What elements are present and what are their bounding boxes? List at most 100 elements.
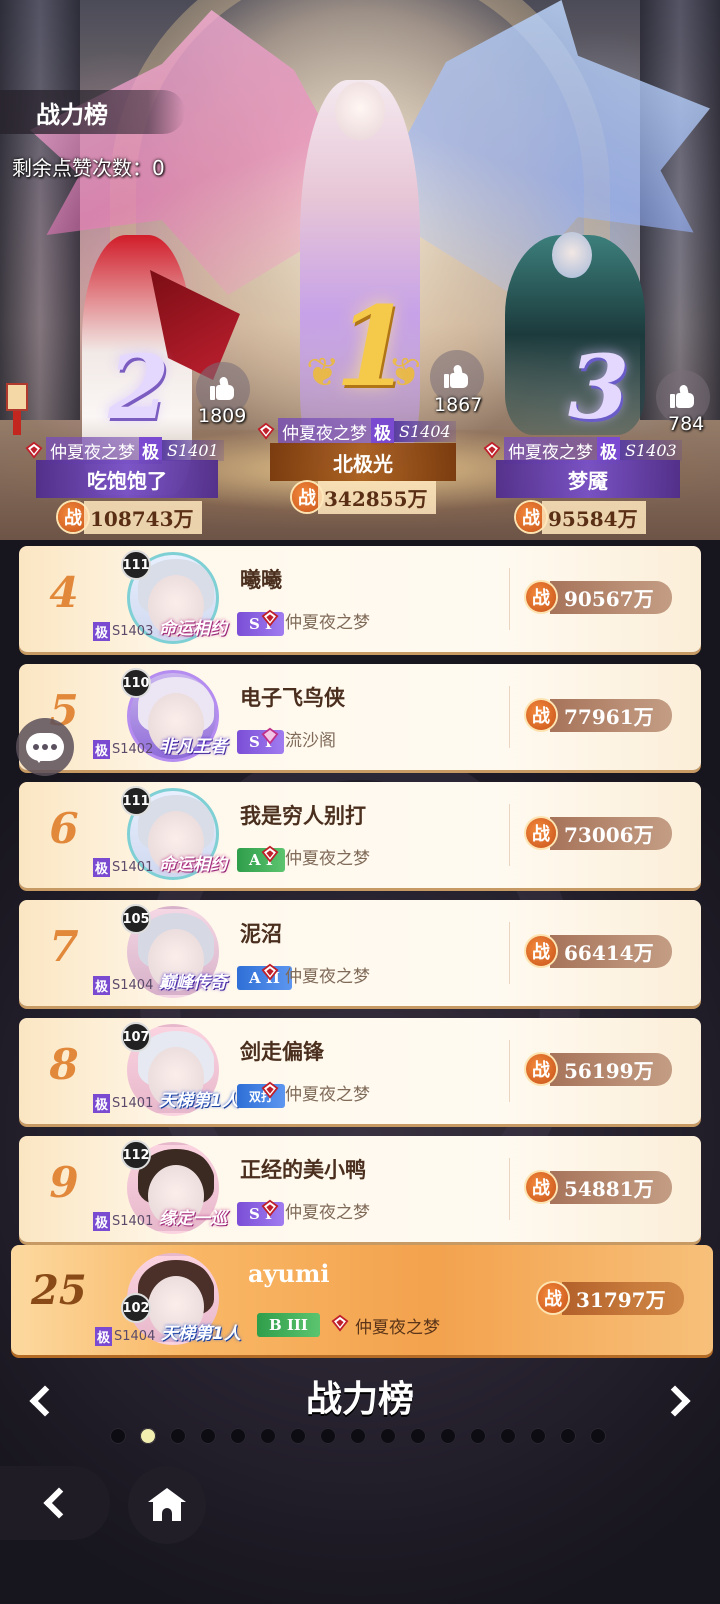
gem-icon xyxy=(331,1314,349,1337)
page-dot[interactable] xyxy=(290,1428,306,1444)
rank-number: 8 xyxy=(49,1040,79,1089)
gem-icon xyxy=(261,1081,279,1104)
podium-rank-number: 3 xyxy=(568,335,630,439)
guild-emblem-icon xyxy=(261,727,279,750)
gem-icon xyxy=(261,845,279,868)
podium-power-rank1: 战 342855万 xyxy=(292,480,436,514)
frame-title: 天梯第1人 xyxy=(159,1091,239,1111)
level-badge: 111 xyxy=(121,786,151,816)
player-name: 我是穷人别打 xyxy=(240,804,366,828)
ranking-row[interactable]: 5 110 极 S1402 非凡王者 S I 电子飞鸟侠 流沙阁 战 77961万 xyxy=(19,664,701,770)
rank-number: 7 xyxy=(49,922,79,971)
chat-button[interactable] xyxy=(16,718,74,776)
gem-icon xyxy=(482,440,502,460)
ranking-row[interactable]: 8 107 极 S1401 天梯第1人 双打 剑走偏锋 仲夏夜之梦 战 56199… xyxy=(19,1018,701,1124)
like-count: 1809 xyxy=(198,405,247,427)
page-title: 战力榜 xyxy=(0,90,185,134)
podium-name-rank3[interactable]: 梦魇 xyxy=(496,460,680,498)
page-dot[interactable] xyxy=(230,1428,246,1444)
season-tag: 极 S1401 xyxy=(93,1093,154,1113)
divider xyxy=(509,1158,510,1220)
page-dot[interactable] xyxy=(440,1428,456,1444)
power-icon: 战 xyxy=(526,1054,556,1084)
page-dot[interactable] xyxy=(380,1428,396,1444)
rank-number: 6 xyxy=(49,804,79,853)
like-count: 784 xyxy=(668,413,705,435)
chevron-right-icon xyxy=(659,1385,691,1417)
gem-icon xyxy=(261,963,279,986)
guild: 仲夏夜之梦 xyxy=(261,962,370,987)
gem-icon xyxy=(256,421,276,441)
page-dot[interactable] xyxy=(500,1428,516,1444)
guild: 仲夏夜之梦 xyxy=(261,1080,370,1105)
podium-name-rank1[interactable]: 北极光 xyxy=(270,443,456,481)
podium-power-rank3: 战 95584万 xyxy=(516,500,646,534)
power-icon: 战 xyxy=(526,700,556,730)
frame-title: 天梯第1人 xyxy=(161,1324,241,1344)
season-tag: 极 S1403 xyxy=(93,621,154,641)
thumbs-up-icon xyxy=(444,364,470,389)
divider xyxy=(509,922,510,984)
page-dot[interactable] xyxy=(320,1428,336,1444)
player-name: 正经的美小鸭 xyxy=(240,1158,366,1182)
page-dot[interactable] xyxy=(260,1428,276,1444)
power-icon: 战 xyxy=(526,1172,556,1202)
divider xyxy=(509,804,510,866)
podium-name-rank2[interactable]: 吃饱饱了 xyxy=(36,460,218,498)
power-icon: 战 xyxy=(526,936,556,966)
divider xyxy=(509,568,510,630)
thumbs-up-icon xyxy=(210,376,236,401)
page-dot[interactable] xyxy=(200,1428,216,1444)
frame-title: 命运相约 xyxy=(159,855,227,875)
guild: 仲夏夜之梦 xyxy=(261,844,370,869)
ranking-row[interactable]: 9 112 极 S1401 缘定一巡 S I 正经的美小鸭 仲夏夜之梦 战 548… xyxy=(19,1136,701,1242)
level-badge: 111 xyxy=(121,550,151,580)
ranking-row[interactable]: 6 111 极 S1401 命运相约 A I 我是穷人别打 仲夏夜之梦 战 730… xyxy=(19,782,701,888)
ranking-row[interactable]: 4 111 极 S1403 命运相约 S I 曦曦 仲夏夜之梦 战 90567万 xyxy=(19,546,701,652)
power-value: 战 56199万 xyxy=(526,1052,672,1086)
season-tag: 极 S1404 xyxy=(93,975,154,995)
rank-number: 25 xyxy=(31,1267,87,1314)
gem-icon xyxy=(24,440,44,460)
power-icon: 战 xyxy=(526,582,556,612)
guild: 仲夏夜之梦 xyxy=(261,1198,370,1223)
rank1-character-head xyxy=(335,82,385,140)
page-dot[interactable] xyxy=(170,1428,186,1444)
podium-guild-tag: 仲夏夜之梦 极 S1404 xyxy=(256,417,456,445)
board-title: 战力榜 xyxy=(305,1379,414,1420)
page-dot[interactable] xyxy=(530,1428,546,1444)
player-name: 剑走偏锋 xyxy=(240,1040,324,1064)
likes-remaining: 剩余点赞次数：0 xyxy=(12,156,165,180)
rank3-character-head xyxy=(552,232,592,278)
season-tag: 极 S1402 xyxy=(93,739,154,759)
player-name: 电子飞鸟侠 xyxy=(240,686,345,710)
page-dot[interactable] xyxy=(590,1428,606,1444)
next-board-button[interactable] xyxy=(659,1378,698,1424)
level-badge: 105 xyxy=(121,904,151,934)
self-ranking-row[interactable]: 25 102 极 S1404 天梯第1人 B III ayumi 仲夏夜之梦 战 … xyxy=(11,1245,713,1355)
back-button[interactable] xyxy=(0,1466,110,1540)
power-value: 战 31797万 xyxy=(538,1281,684,1315)
divider xyxy=(509,1040,510,1102)
page-dot[interactable] xyxy=(410,1428,426,1444)
page-dot[interactable] xyxy=(470,1428,486,1444)
page-dot[interactable] xyxy=(140,1428,156,1444)
page-dot[interactable] xyxy=(110,1428,126,1444)
podium-rank-number: 2 xyxy=(108,335,170,439)
rank-number: 4 xyxy=(49,568,79,617)
gem-icon xyxy=(261,1199,279,1222)
ranking-row[interactable]: 7 105 极 S1404 巅峰传奇 A II 泥沼 仲夏夜之梦 战 66414万 xyxy=(19,900,701,1006)
frame-title: 非凡王者 xyxy=(159,737,227,757)
power-value: 战 90567万 xyxy=(526,580,672,614)
thumbs-up-icon xyxy=(670,384,696,409)
frame-title: 缘定一巡 xyxy=(159,1209,227,1229)
gem-icon xyxy=(261,609,279,632)
page-dot[interactable] xyxy=(350,1428,366,1444)
home-icon xyxy=(148,1488,186,1522)
home-button[interactable] xyxy=(128,1466,206,1544)
power-value: 战 54881万 xyxy=(526,1170,672,1204)
page-dot[interactable] xyxy=(560,1428,576,1444)
tier-badge: B III xyxy=(257,1313,320,1337)
lantern-icon xyxy=(4,375,30,435)
divider xyxy=(509,686,510,748)
